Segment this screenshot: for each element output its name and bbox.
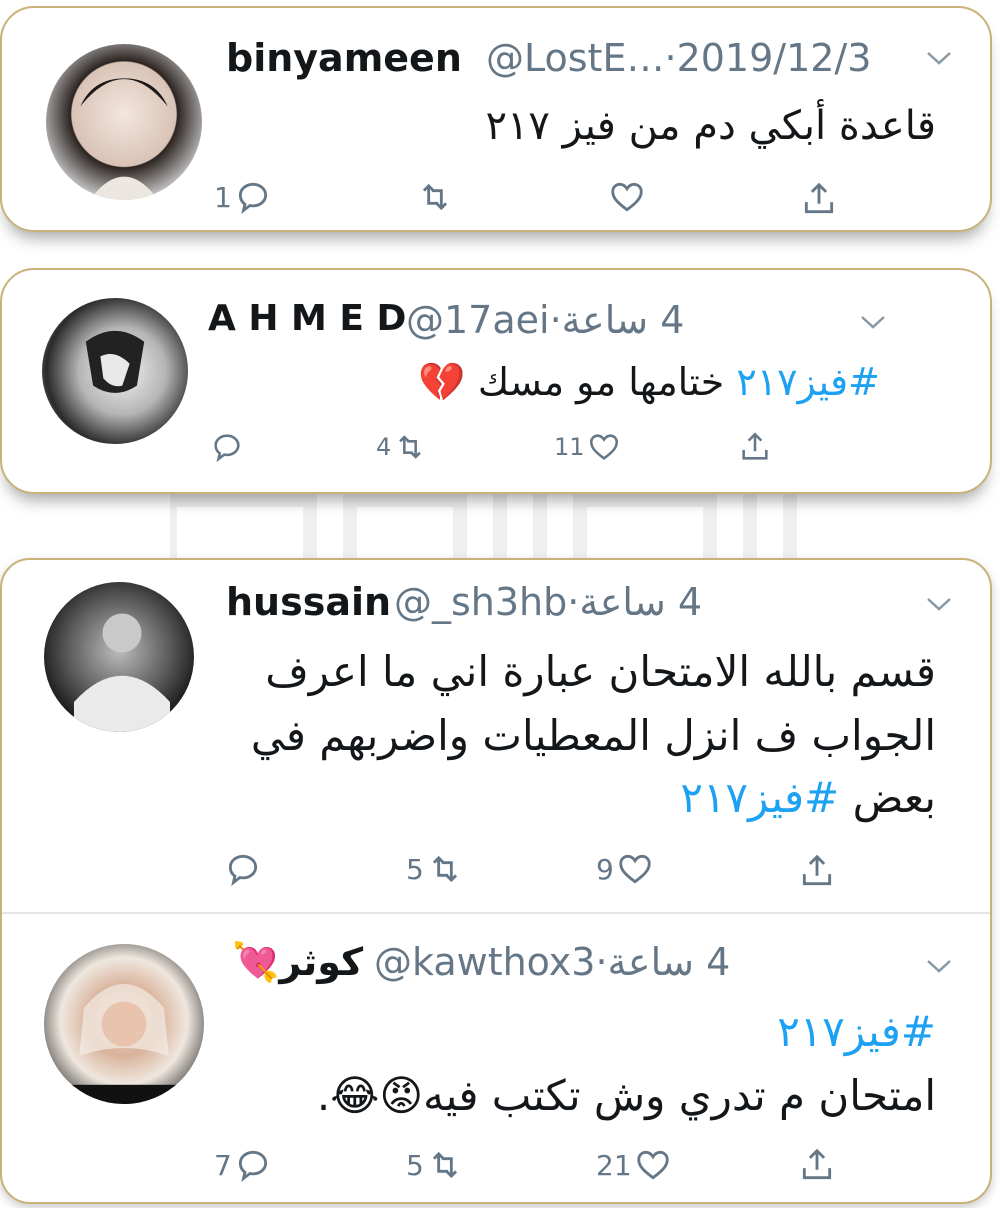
- share-icon: [802, 854, 832, 886]
- like-count: 9: [596, 852, 614, 886]
- like-button[interactable]: 11: [554, 430, 621, 464]
- retweet-icon: [422, 183, 448, 211]
- reply-button[interactable]: 1: [214, 178, 272, 216]
- share-icon: [742, 432, 768, 460]
- retweet-count: 4: [376, 433, 392, 461]
- meta-separator: ·: [664, 36, 677, 80]
- hashtag-link[interactable]: #فيز٢١٧: [680, 773, 839, 822]
- retweet-button[interactable]: 5: [406, 1146, 464, 1184]
- tweet-text-body: ختامها مو مسك: [477, 360, 725, 404]
- display-name-text: كوثر: [279, 940, 364, 984]
- tweet-meta: @LostE…·2019/12/3: [486, 36, 871, 80]
- tweet-card-ahmed[interactable]: A H M E D @17aei·4 ساعة #فيز٢١٧ ختامها م…: [0, 268, 992, 494]
- tweet-text-tail: .: [316, 1071, 331, 1120]
- angry-laughing-emoji: 😡😂: [330, 1071, 424, 1120]
- timestamp[interactable]: 4 ساعة: [579, 580, 702, 624]
- retweet-button[interactable]: 4: [376, 430, 427, 464]
- meta-separator: ·: [549, 298, 562, 342]
- retweet-button[interactable]: 5: [406, 850, 464, 888]
- reply-button[interactable]: [208, 430, 244, 464]
- retweet-button[interactable]: [414, 178, 454, 216]
- tweet-text-line: بعض #فيز٢١٧: [680, 768, 936, 828]
- retweet-icon: [432, 855, 457, 883]
- tweet-divider: [2, 912, 990, 914]
- like-button[interactable]: [606, 178, 646, 216]
- tweet-thread-card: hussain @_sh3hb·4 ساعة قسم بالله الامتحا…: [0, 558, 992, 1204]
- heart-icon: [589, 434, 618, 460]
- heart-icon: [611, 182, 643, 212]
- retweet-icon: [399, 435, 422, 459]
- display-name[interactable]: hussain: [226, 580, 391, 624]
- display-name[interactable]: A H M E D: [208, 298, 406, 339]
- retweet-count: 5: [406, 852, 424, 886]
- avatar[interactable]: [42, 298, 188, 444]
- handle[interactable]: @_sh3hb: [394, 580, 567, 624]
- avatar[interactable]: [46, 44, 202, 200]
- chevron-down-icon[interactable]: [924, 48, 954, 68]
- reply-button[interactable]: [222, 850, 262, 888]
- chevron-down-icon[interactable]: [924, 956, 954, 976]
- share-icon: [804, 182, 834, 214]
- tweet-text: #فيز٢١٧ ختامها مو مسك 💔: [418, 354, 880, 410]
- tweet-meta: @_sh3hb·4 ساعة: [394, 580, 702, 624]
- timestamp[interactable]: 4 ساعة: [608, 940, 731, 984]
- tweet-text-line: الجواب ف انزل المعطيات واضربهم في: [250, 711, 936, 760]
- share-button[interactable]: [800, 180, 838, 218]
- share-button[interactable]: [798, 852, 836, 890]
- like-button[interactable]: 9: [596, 850, 654, 888]
- broken-heart-emoji: 💔: [418, 360, 466, 404]
- tweet-meta: @kawthox3·4 ساعة: [374, 940, 730, 984]
- heart-icon: [636, 1150, 669, 1180]
- retweet-icon: [432, 1151, 457, 1179]
- hashtag-link[interactable]: #فيز٢١٧: [777, 1002, 936, 1062]
- like-button[interactable]: 21: [596, 1146, 672, 1184]
- tweet-text-body: بعض: [852, 773, 936, 822]
- share-button[interactable]: [738, 430, 772, 464]
- share-button[interactable]: [798, 1146, 836, 1184]
- reply-icon: [238, 1150, 267, 1183]
- retweet-count: 5: [406, 1148, 424, 1182]
- chevron-down-icon[interactable]: [858, 312, 888, 332]
- reply-button[interactable]: 7: [214, 1146, 272, 1184]
- tweet-card-binyameen[interactable]: binyameen @LostE…·2019/12/3 قاعدة أبكي د…: [0, 6, 992, 232]
- like-count: 11: [554, 433, 585, 461]
- display-name[interactable]: binyameen: [226, 36, 462, 80]
- heart-arrow-emoji: 💘: [232, 940, 280, 984]
- reply-count: 1: [214, 180, 232, 214]
- timestamp[interactable]: 4 ساعة: [562, 298, 685, 342]
- display-name[interactable]: 💘كوثر: [232, 940, 363, 985]
- timestamp[interactable]: 2019/12/3: [677, 36, 872, 80]
- reply-icon: [228, 854, 258, 887]
- meta-separator: ·: [595, 940, 608, 984]
- handle[interactable]: @kawthox3: [374, 940, 595, 984]
- tweet-text-line: امتحان م تدري وش تكتب فيه😡😂.: [317, 1066, 936, 1126]
- like-count: 21: [596, 1148, 632, 1182]
- handle[interactable]: @LostE…: [486, 36, 664, 80]
- meta-separator: ·: [567, 580, 580, 624]
- avatar[interactable]: [44, 582, 194, 732]
- reply-icon: [238, 182, 267, 215]
- tweet-meta: @17aei·4 ساعة: [406, 298, 684, 342]
- tweet-text-body: امتحان م تدري وش تكتب فيه: [423, 1071, 936, 1120]
- handle[interactable]: @17aei: [406, 298, 550, 342]
- reply-icon: [214, 434, 240, 463]
- reply-count: 7: [214, 1148, 232, 1182]
- tweet-text-line: قسم بالله الامتحان عبارة اني ما اعرف: [265, 647, 936, 696]
- share-icon: [802, 1148, 832, 1180]
- hashtag-link[interactable]: #فيز٢١٧: [736, 360, 880, 404]
- heart-icon: [619, 854, 651, 884]
- avatar[interactable]: [44, 944, 204, 1104]
- tweet-text: قاعدة أبكي دم من فيز ٢١٧: [485, 103, 936, 149]
- chevron-down-icon[interactable]: [924, 594, 954, 614]
